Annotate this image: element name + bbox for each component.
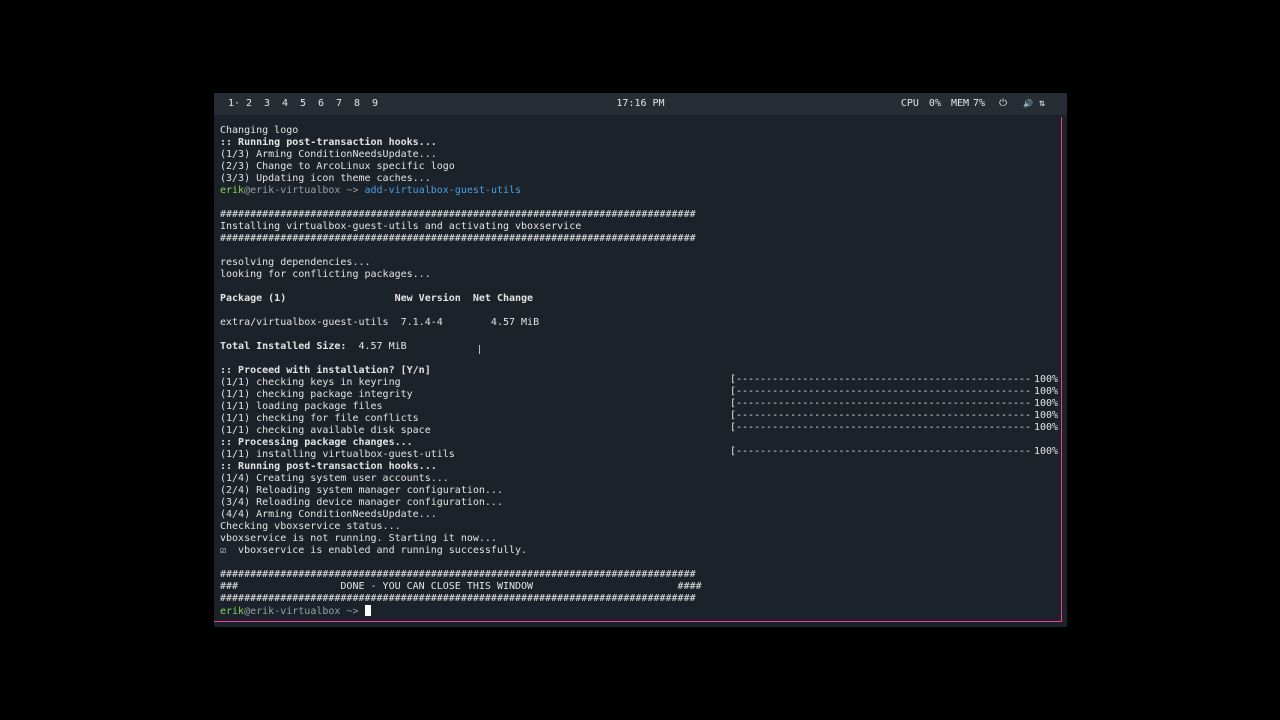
terminal-window[interactable]: Changing logo:: Running post-transaction… [214, 117, 1062, 622]
output-line: :: Processing package changes... [220, 437, 413, 448]
power-icon[interactable]: ⏻ [999, 98, 1007, 109]
prompt-command: add-virtualbox-guest-utils [364, 185, 522, 196]
output-line: :: Running post-transaction hooks... [220, 461, 437, 472]
prompt-line: erik@erik-virtualbox ~> add-virtualbox-g… [220, 185, 521, 197]
system-stats: CPU 0% MEM 7% ⏻ 🔊 ⇅ [891, 98, 1045, 109]
total-size-value: 4.57 MiB [346, 341, 407, 352]
output-line: (3/3) Updating icon theme caches... [220, 173, 431, 184]
progress-row: [---------------------------------------… [730, 446, 1058, 458]
output-line: (1/3) Arming ConditionNeedsUpdate... [220, 149, 437, 160]
output-line: ########################################… [220, 569, 696, 580]
output-line: (1/1) checking package integrity [220, 389, 413, 400]
prompt-host: @erik-virtualbox [244, 185, 341, 196]
progress-percent: 100% [1034, 386, 1059, 397]
network-icon[interactable]: ⇅ [1039, 98, 1045, 109]
mouse-ibeam-cursor [479, 345, 480, 354]
output-line: extra/virtualbox-guest-utils 7.1.4-4 4.5… [220, 317, 540, 328]
progress-percent: 100% [1034, 410, 1059, 421]
output-line: Package (1) New Version Net Change [220, 293, 534, 304]
text-cursor [364, 605, 371, 616]
total-size-line: Total Installed Size: 4.57 MiB [220, 341, 407, 353]
output-line: (2/3) Change to ArcoLinux specific logo [220, 161, 455, 172]
prompt-arrow: ~> [340, 606, 365, 617]
top-panel: 1· 2 3 4 5 6 7 8 9 17:16 PM CPU 0% MEM 7… [214, 93, 1067, 115]
output-line: ########################################… [220, 593, 696, 604]
prompt-host: @erik-virtualbox [244, 606, 341, 617]
progress-row-empty [730, 434, 1058, 446]
progress-bar: [---------------------------------------… [730, 374, 1030, 385]
output-line: ☑ vboxservice is enabled and running suc… [220, 545, 528, 556]
progress-row: [---------------------------------------… [730, 374, 1058, 386]
prompt-arrow: ~> [340, 185, 365, 196]
prompt-user: erik [220, 185, 245, 196]
output-line: (1/1) checking keys in keyring [220, 377, 401, 388]
output-line: (2/4) Reloading system manager configura… [220, 485, 503, 496]
output-line: (1/4) Creating system user accounts... [220, 473, 449, 484]
output-line: (3/4) Reloading device manager configura… [220, 497, 503, 508]
cpu-label: CPU [900, 98, 919, 109]
progress-bars: [---------------------------------------… [730, 374, 1058, 458]
prompt-user: erik [220, 606, 245, 617]
output-line: ########################################… [220, 209, 696, 220]
progress-bar: [---------------------------------------… [730, 422, 1030, 433]
output-line: vboxservice is not running. Starting it … [220, 533, 497, 544]
progress-bar: [---------------------------------------… [730, 446, 1030, 457]
prompt-line: erik@erik-virtualbox ~> [220, 605, 371, 618]
output-line: Installing virtualbox-guest-utils and ac… [220, 221, 582, 232]
output-line: (1/1) checking available disk space [220, 425, 431, 436]
cpu-value: 0% [928, 98, 941, 109]
desktop-screen: 1· 2 3 4 5 6 7 8 9 17:16 PM CPU 0% MEM 7… [214, 93, 1067, 627]
output-line: (1/1) loading package files [220, 401, 383, 412]
progress-percent: 100% [1034, 422, 1059, 433]
total-size-label: Total Installed Size: [220, 341, 347, 352]
output-line: Checking vboxservice status... [220, 521, 401, 532]
output-line: :: Proceed with installation? [Y/n] [220, 365, 431, 376]
progress-row: [---------------------------------------… [730, 398, 1058, 410]
output-line: resolving dependencies... [220, 257, 371, 268]
progress-percent: 100% [1034, 374, 1059, 385]
progress-bar: [---------------------------------------… [730, 398, 1030, 409]
progress-row: [---------------------------------------… [730, 410, 1058, 422]
output-line: (4/4) Arming ConditionNeedsUpdate... [220, 509, 437, 520]
volume-icon[interactable]: 🔊 [1023, 99, 1033, 108]
progress-percent: 100% [1034, 398, 1059, 409]
mem-value: 7% [973, 98, 986, 109]
output-line: Changing logo [220, 125, 299, 136]
progress-bar: [---------------------------------------… [730, 386, 1030, 397]
progress-row: [---------------------------------------… [730, 386, 1058, 398]
output-line: :: Running post-transaction hooks... [220, 137, 437, 148]
output-line: ########################################… [220, 233, 696, 244]
progress-percent: 100% [1034, 446, 1059, 457]
output-line: (1/1) installing virtualbox-guest-utils [220, 449, 455, 460]
output-line: ### DONE - YOU CAN CLOSE THIS WINDOW ###… [220, 581, 702, 592]
output-line: looking for conflicting packages... [220, 269, 431, 280]
progress-bar: [---------------------------------------… [730, 410, 1030, 421]
output-line: (1/1) checking for file conflicts [220, 413, 419, 424]
mem-label: MEM [950, 98, 970, 109]
progress-row: [---------------------------------------… [730, 422, 1058, 434]
